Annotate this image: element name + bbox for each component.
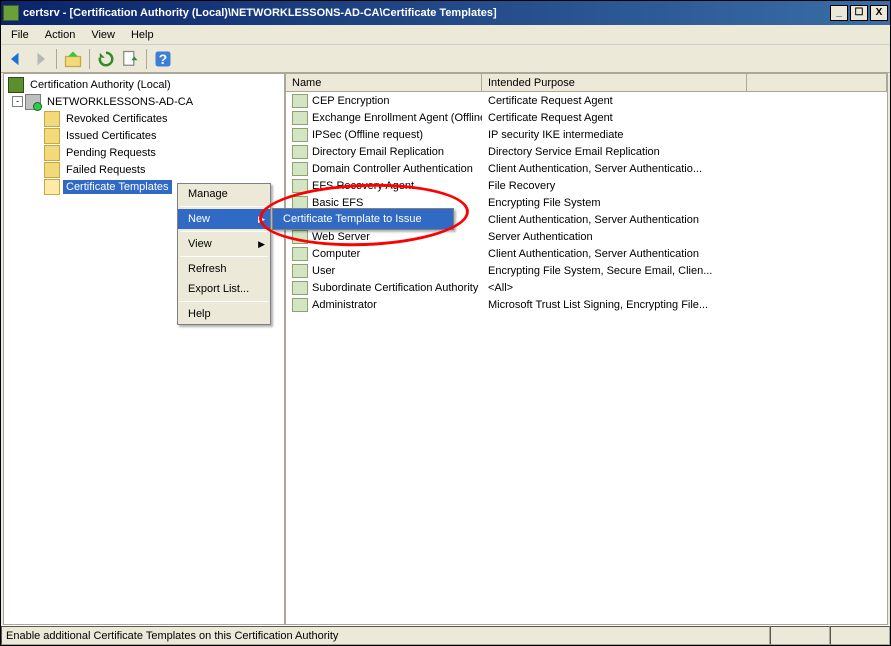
status-pane-2 (770, 626, 830, 645)
column-name[interactable]: Name (286, 74, 482, 91)
context-new[interactable]: New▶ (178, 209, 270, 229)
submenu-new: Certificate Template to Issue (272, 208, 454, 230)
template-icon (292, 298, 308, 312)
cell-purpose: Certificate Request Agent (482, 111, 887, 125)
cell-name: Web Server (312, 231, 370, 243)
list-row[interactable]: Web Server Server Authentication (286, 228, 887, 245)
cell-purpose: Server Authentication (482, 230, 887, 244)
cell-purpose: Client Authentication, Server Authentica… (482, 213, 887, 227)
tree-pane: Certification Authority (Local) - NETWOR… (4, 74, 286, 624)
menu-view[interactable]: View (85, 27, 121, 43)
minimize-button[interactable]: _ (830, 5, 848, 21)
submenu-cert-template-to-issue[interactable]: Certificate Template to Issue (273, 209, 453, 229)
cell-purpose: Certificate Request Agent (482, 94, 887, 108)
status-text: Enable additional Certificate Templates … (1, 626, 770, 645)
tree-node-issued[interactable]: Issued Certificates (6, 127, 282, 144)
list-row[interactable]: Computer Client Authentication, Server Au… (286, 245, 887, 262)
tree-node-revoked[interactable]: Revoked Certificates (6, 110, 282, 127)
cell-name: Computer (312, 248, 360, 260)
status-bar: Enable additional Certificate Templates … (1, 625, 890, 645)
app-window: certsrv - [Certification Authority (Loca… (0, 0, 891, 646)
list-row[interactable]: CEP Encryption Certificate Request Agent (286, 92, 887, 109)
window-title: certsrv - [Certification Authority (Loca… (23, 7, 830, 19)
template-icon (292, 264, 308, 278)
template-icon (292, 128, 308, 142)
tree-node-failed[interactable]: Failed Requests (6, 161, 282, 178)
template-icon (292, 94, 308, 108)
export-button[interactable] (119, 48, 141, 70)
menu-bar: File Action View Help (1, 25, 890, 45)
cell-purpose: File Recovery (482, 179, 887, 193)
cell-purpose: Encrypting File System, Secure Email, Cl… (482, 264, 887, 278)
cell-purpose: Client Authentication, Server Authentica… (482, 247, 887, 261)
list-row[interactable]: EFS Recovery Agent File Recovery (286, 177, 887, 194)
cell-name: Basic EFS (312, 197, 363, 209)
tree-server[interactable]: - NETWORKLESSONS-AD-CA (6, 93, 282, 110)
window-controls: _ ☐ X (830, 5, 888, 21)
list-row[interactable]: IPSec (Offline request) IP security IKE i… (286, 126, 887, 143)
list-row[interactable]: Domain Controller Authentication Client A… (286, 160, 887, 177)
cell-name: User (312, 265, 335, 277)
maximize-button[interactable]: ☐ (850, 5, 868, 21)
cell-purpose: <All> (482, 281, 887, 295)
cell-name: Subordinate Certification Authority (312, 282, 478, 294)
app-icon (3, 5, 19, 21)
list-pane: Name Intended Purpose CEP Encryption Cert… (286, 74, 887, 624)
context-view[interactable]: View▶ (178, 234, 270, 254)
template-icon (292, 162, 308, 176)
template-icon (292, 247, 308, 261)
back-button[interactable] (5, 48, 27, 70)
menu-action[interactable]: Action (39, 27, 82, 43)
submenu-arrow-icon: ▶ (258, 239, 265, 250)
cell-name: IPSec (Offline request) (312, 129, 423, 141)
title-bar: certsrv - [Certification Authority (Loca… (1, 1, 890, 25)
help-button[interactable]: ? (152, 48, 174, 70)
template-icon (292, 179, 308, 193)
context-export[interactable]: Export List... (178, 279, 270, 299)
list-body: CEP EncryptionCertificate Request AgentE… (286, 92, 887, 313)
cell-purpose: Client Authentication, Server Authentica… (482, 162, 887, 176)
template-icon (292, 145, 308, 159)
list-row[interactable]: Subordinate Certification Authority <All> (286, 279, 887, 296)
template-icon (292, 111, 308, 125)
context-menu: Manage New▶ View▶ Refresh Export List...… (177, 183, 271, 325)
menu-file[interactable]: File (5, 27, 35, 43)
list-row[interactable]: Directory Email Replication Directory Ser… (286, 143, 887, 160)
cell-name: Administrator (312, 299, 377, 311)
content-area: Certification Authority (Local) - NETWOR… (3, 73, 888, 625)
collapse-icon[interactable]: - (12, 96, 23, 107)
cell-purpose: Microsoft Trust List Signing, Encrypting… (482, 298, 887, 312)
column-spacer (747, 74, 887, 91)
template-icon (292, 281, 308, 295)
forward-button[interactable] (29, 48, 51, 70)
cell-name: EFS Recovery Agent (312, 180, 414, 192)
list-row[interactable]: Exchange Enrollment Agent (Offline req..… (286, 109, 887, 126)
status-pane-3 (830, 626, 890, 645)
cell-name: CEP Encryption (312, 95, 389, 107)
list-row[interactable]: User Encrypting File System, Secure Email… (286, 262, 887, 279)
list-row[interactable]: Administrator Microsoft Trust List Signin… (286, 296, 887, 313)
svg-text:?: ? (159, 52, 167, 67)
tree-root[interactable]: Certification Authority (Local) (6, 76, 282, 93)
cell-name: Domain Controller Authentication (312, 163, 473, 175)
cell-purpose: Directory Service Email Replication (482, 145, 887, 159)
context-help[interactable]: Help (178, 304, 270, 324)
list-header: Name Intended Purpose (286, 74, 887, 92)
submenu-arrow-icon: ▶ (258, 214, 265, 225)
cell-name: Directory Email Replication (312, 146, 444, 158)
context-refresh[interactable]: Refresh (178, 259, 270, 279)
tree-node-pending[interactable]: Pending Requests (6, 144, 282, 161)
column-purpose[interactable]: Intended Purpose (482, 74, 747, 91)
template-icon (292, 230, 308, 244)
toolbar: ? (1, 45, 890, 73)
context-manage[interactable]: Manage (178, 184, 270, 204)
cell-purpose: Encrypting File System (482, 196, 887, 210)
up-button[interactable] (62, 48, 84, 70)
cell-purpose: IP security IKE intermediate (482, 128, 887, 142)
close-button[interactable]: X (870, 5, 888, 21)
cell-name: Exchange Enrollment Agent (Offline req..… (312, 112, 482, 124)
refresh-button[interactable] (95, 48, 117, 70)
menu-help[interactable]: Help (125, 27, 160, 43)
